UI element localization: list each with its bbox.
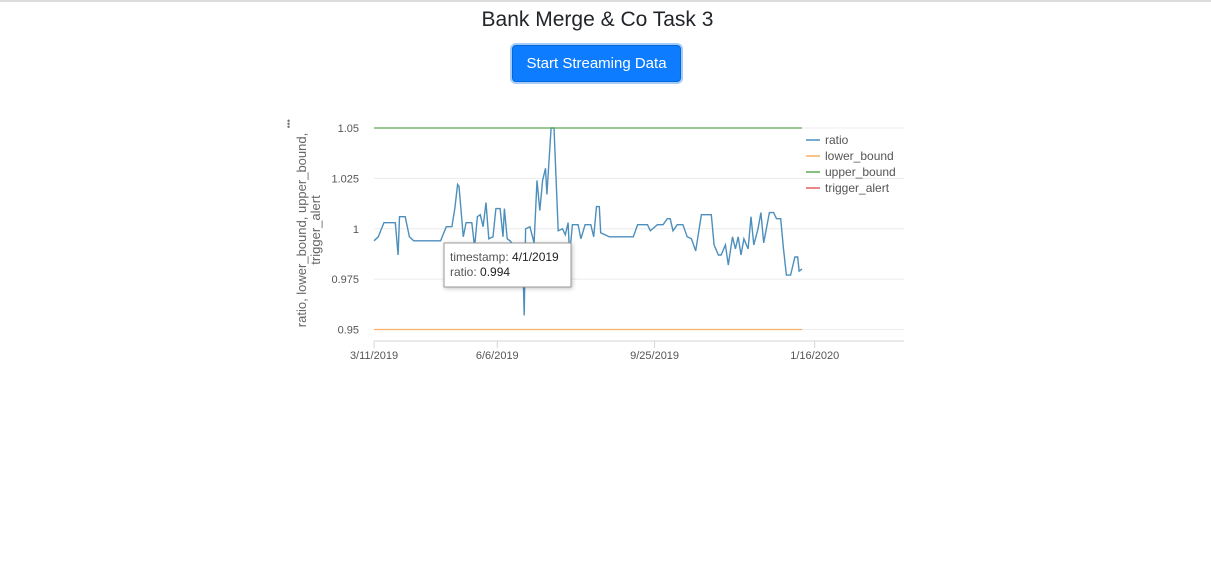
y-tick-label: 1 [353,224,359,236]
tooltip-ratio: ratio: 0.994 [450,265,510,279]
x-tick-label: 9/25/2019 [630,350,679,362]
legend: ratio lower_bound upper_bound trigger_alert [806,133,896,195]
x-tick-label: 6/6/2019 [476,350,519,362]
legend-label-trigger-alert: trigger_alert [825,181,890,195]
y-tick-label: 1.05 [338,123,359,135]
x-tick-label: 3/11/2019 [350,350,398,362]
legend-label-lower-bound: lower_bound [825,149,894,163]
y-tick-label: 0.975 [331,274,359,286]
tooltip: timestamp: 4/1/2019ratio: 0.994 [443,242,572,288]
axes: 0.95 0.975 1 1.025 1.05 3/11/2019 6/6/2019 9/25… [331,123,904,362]
y-tick-label: 0.95 [338,325,359,337]
tooltip-timestamp: timestamp: 4/1/2019 [450,250,559,264]
x-tick-label: 1/16/2020 [790,350,839,362]
legend-label-ratio: ratio [825,133,849,147]
y-axis-label: ratio, lower_bound, upper_bound,trigger_… [294,133,323,327]
ratio-chart: 0.95 0.975 1 1.025 1.05 3/11/2019 6/6/2019 9/25… [294,123,904,362]
legend-label-upper-bound: upper_bound [825,165,896,179]
series-line-ratio [373,127,803,316]
y-tick-label: 1.025 [331,173,359,185]
